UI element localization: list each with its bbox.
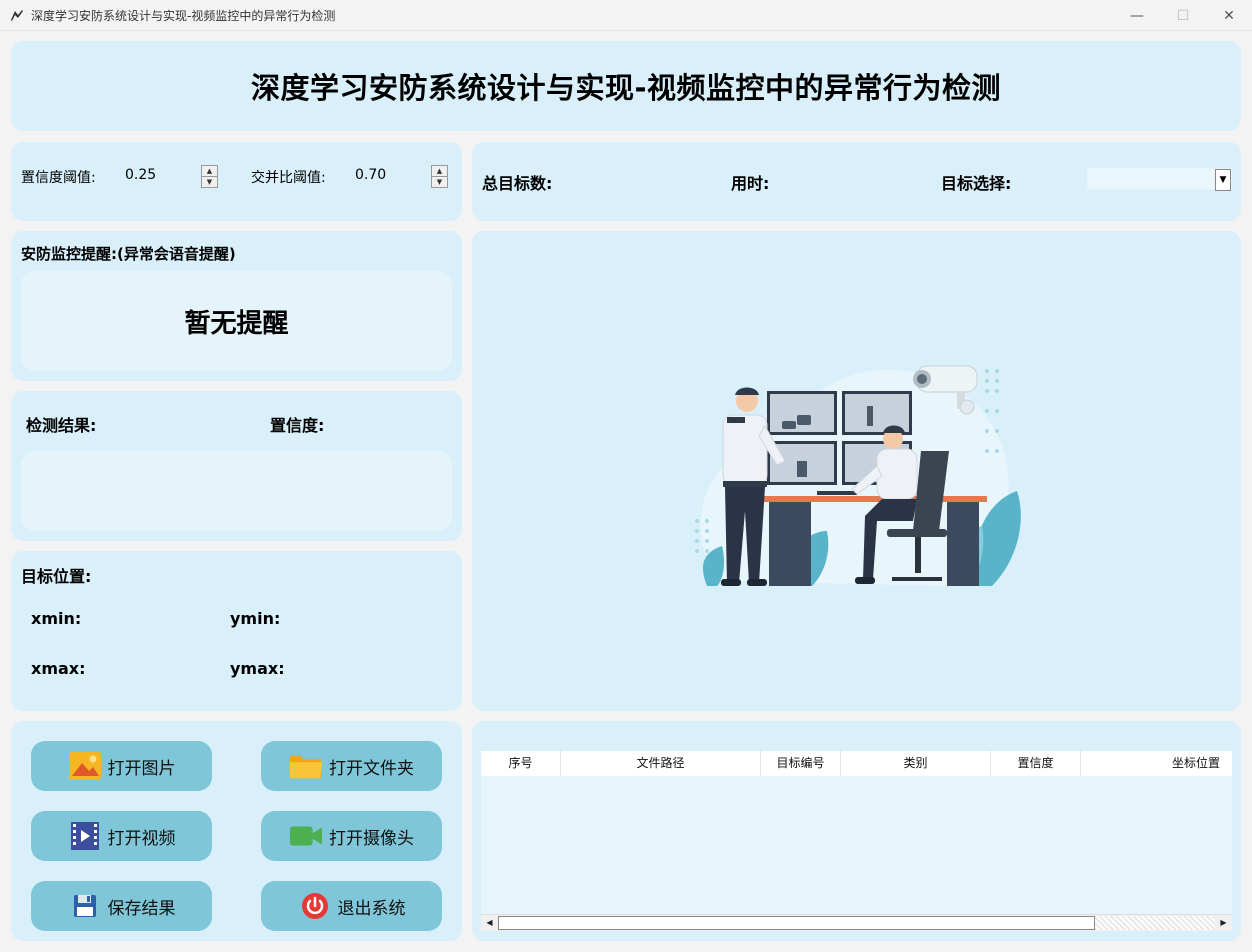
iou-down-arrow-icon[interactable]: ▼: [432, 177, 447, 188]
close-button[interactable]: ✕: [1206, 0, 1252, 31]
xmin-label: xmin:: [31, 609, 82, 628]
scroll-right-icon[interactable]: ▶: [1215, 915, 1232, 931]
open-camera-button[interactable]: 打开摄像头: [261, 811, 442, 861]
open-folder-label: 打开文件夹: [329, 758, 414, 779]
open-camera-label: 打开摄像头: [329, 828, 414, 849]
film-icon: [68, 820, 102, 852]
result-box: [21, 451, 452, 531]
ymax-label: ymax:: [230, 659, 285, 678]
iou-threshold-value: 0.70: [355, 167, 387, 183]
confidence-down-arrow-icon[interactable]: ▼: [202, 177, 217, 188]
open-video-label: 打开视频: [107, 828, 176, 849]
horizontal-scrollbar[interactable]: ◀ ▶: [481, 914, 1232, 931]
scroll-left-icon[interactable]: ◀: [481, 915, 498, 931]
alert-heading: 安防监控提醒:(异常会语音提醒): [21, 245, 236, 263]
page-title: 深度学习安防系统设计与实现-视频监控中的异常行为检测: [250, 71, 1002, 105]
column-header[interactable]: 文件路径: [561, 751, 761, 776]
actions-panel: 打开图片 打开文件夹 打开视频 打开摄像头 保存结果 退出系统: [11, 721, 462, 941]
save-results-button[interactable]: 保存结果: [31, 881, 212, 931]
ymin-label: ymin:: [230, 609, 281, 628]
scrollbar-track: [1095, 916, 1215, 930]
iou-threshold-label: 交并比阈值:: [251, 170, 326, 186]
open-folder-button[interactable]: 打开文件夹: [261, 741, 442, 791]
maximize-button[interactable]: ☐: [1160, 0, 1206, 31]
results-table[interactable]: 序号 文件路径 目标编号 类别 置信度 坐标位置 ◀ ▶: [481, 751, 1232, 931]
alert-box: 暂无提醒: [21, 271, 452, 371]
position-heading: 目标位置:: [21, 567, 92, 586]
target-select-dropdown[interactable]: ▼: [1087, 168, 1232, 191]
window-title: 深度学习安防系统设计与实现-视频监控中的异常行为检测: [31, 8, 336, 23]
confidence-threshold-label: 置信度阈值:: [21, 170, 96, 186]
column-header[interactable]: 目标编号: [761, 751, 841, 776]
open-video-button[interactable]: 打开视频: [31, 811, 212, 861]
exit-system-label: 退出系统: [337, 898, 406, 919]
security-monitoring-illustration: [695, 365, 1021, 586]
column-header[interactable]: 序号: [481, 751, 561, 776]
xmax-label: xmax:: [31, 659, 86, 678]
floppy-icon: [68, 890, 102, 922]
save-results-label: 保存结果: [107, 898, 176, 919]
folder-icon: [289, 750, 323, 782]
column-header[interactable]: 坐标位置: [1081, 751, 1232, 776]
position-panel: 目标位置: xmin: ymin: xmax: ymax:: [11, 551, 462, 711]
column-header[interactable]: 类别: [841, 751, 991, 776]
confidence-threshold-value: 0.25: [125, 167, 157, 183]
alert-panel: 安防监控提醒:(异常会语音提醒) 暂无提醒: [11, 231, 462, 381]
result-confidence-label: 置信度:: [270, 416, 325, 435]
total-targets-label: 总目标数:: [482, 174, 553, 193]
target-select-label: 目标选择:: [941, 174, 1012, 193]
minimize-button[interactable]: —: [1114, 0, 1160, 31]
results-table-panel: 序号 文件路径 目标编号 类别 置信度 坐标位置 ◀ ▶: [472, 721, 1241, 941]
stats-panel: 总目标数: 用时: 目标选择: ▼: [472, 142, 1241, 221]
detect-result-label: 检测结果:: [26, 416, 97, 435]
power-icon: [298, 890, 332, 922]
alert-message: 暂无提醒: [184, 308, 289, 339]
open-image-label: 打开图片: [107, 758, 176, 779]
window-titlebar: 深度学习安防系统设计与实现-视频监控中的异常行为检测 — ☐ ✕: [0, 0, 1252, 31]
image-display-panel: [472, 231, 1241, 711]
exit-system-button[interactable]: 退出系统: [261, 881, 442, 931]
table-header: 序号 文件路径 目标编号 类别 置信度 坐标位置: [481, 751, 1232, 776]
open-image-button[interactable]: 打开图片: [31, 741, 212, 791]
app-icon: [11, 10, 23, 21]
image-icon: [68, 750, 102, 782]
confidence-up-arrow-icon[interactable]: ▲: [202, 166, 217, 177]
column-header[interactable]: 置信度: [991, 751, 1081, 776]
scrollbar-thumb[interactable]: [498, 916, 1095, 930]
elapsed-time-label: 用时:: [731, 174, 770, 193]
chevron-down-icon[interactable]: ▼: [1215, 169, 1231, 191]
confidence-threshold-spinbox[interactable]: 0.25 ▲ ▼: [121, 164, 219, 188]
iou-up-arrow-icon[interactable]: ▲: [432, 166, 447, 177]
camera-icon: [289, 820, 323, 852]
params-panel: 置信度阈值: 0.25 ▲ ▼ 交并比阈值: 0.70 ▲ ▼: [11, 142, 462, 221]
result-panel: 检测结果: 置信度:: [11, 391, 462, 541]
iou-threshold-spinbox[interactable]: 0.70 ▲ ▼: [351, 164, 449, 188]
header-panel: 深度学习安防系统设计与实现-视频监控中的异常行为检测: [11, 41, 1241, 131]
